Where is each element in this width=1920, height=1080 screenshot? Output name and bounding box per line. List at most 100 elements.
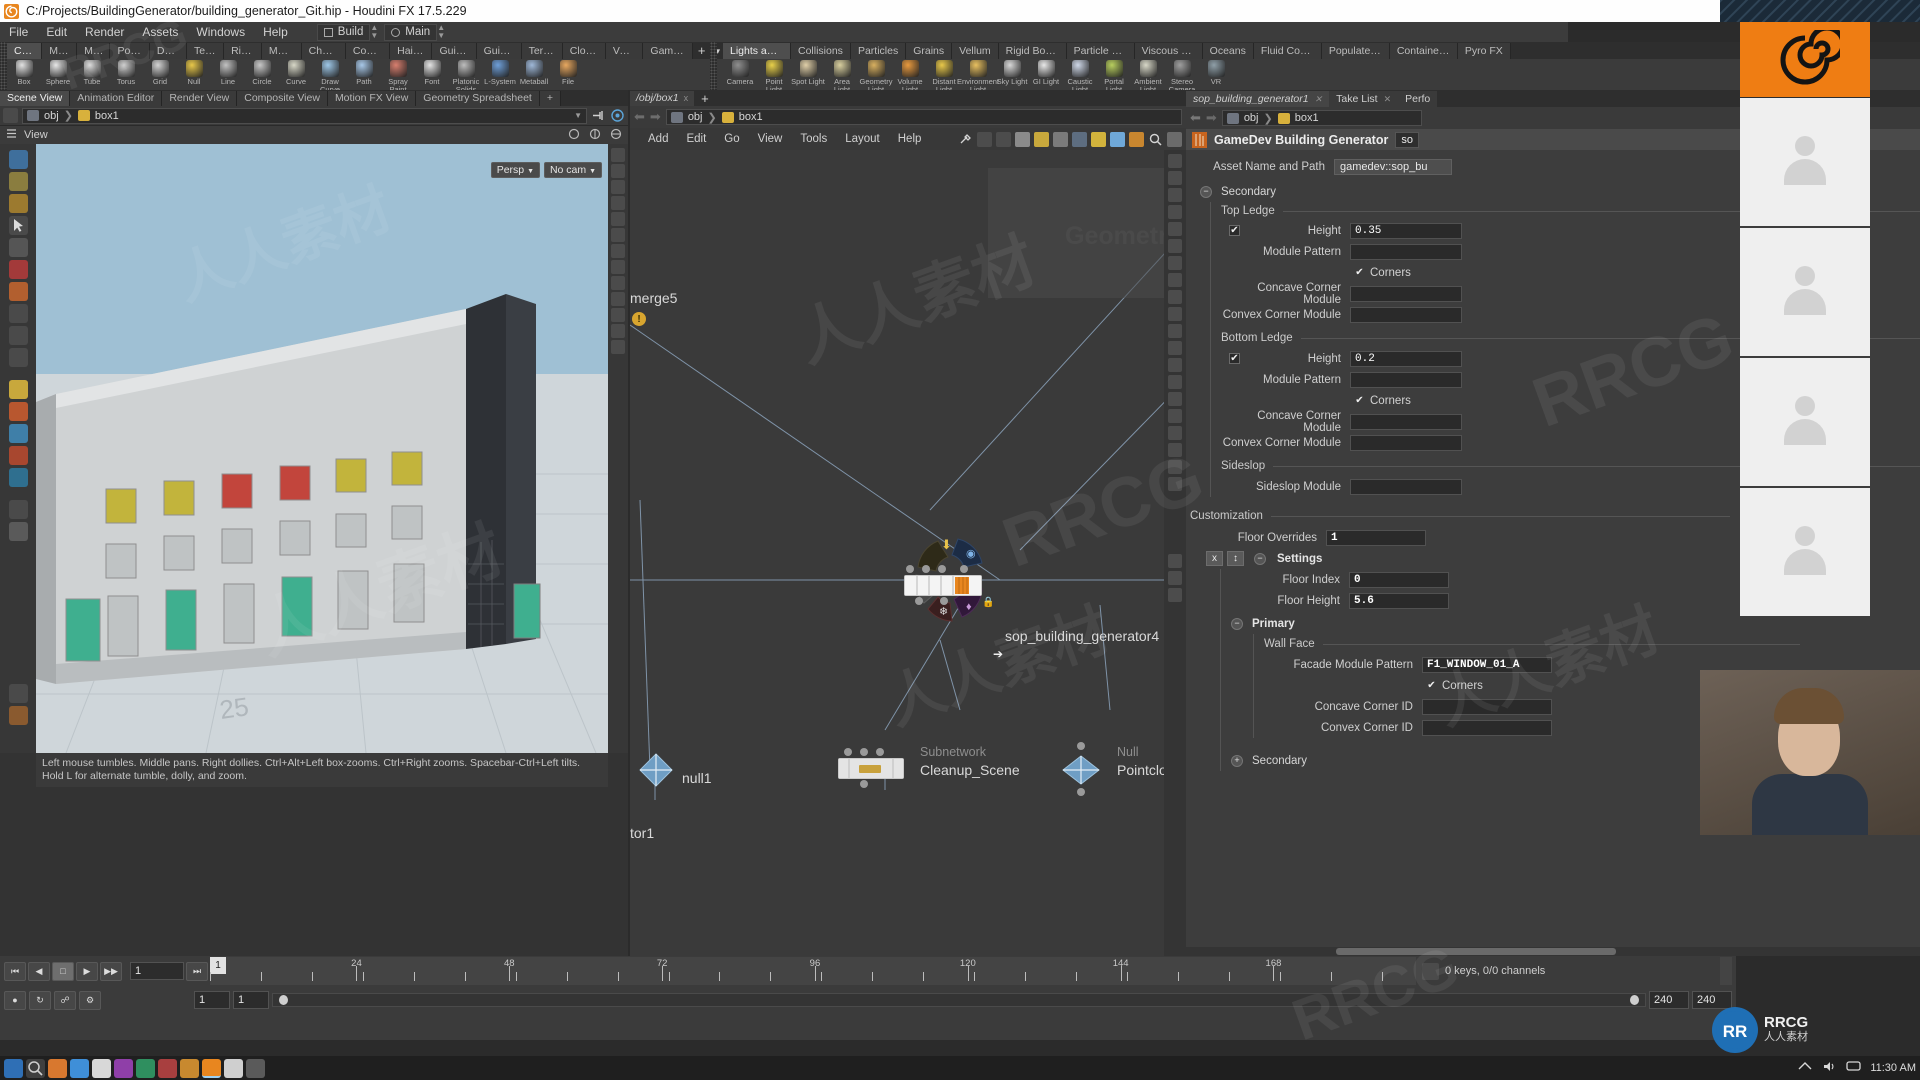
key-scope-button[interactable]: ↻ bbox=[29, 991, 51, 1010]
shelf-left-tab-16[interactable]: Game De... bbox=[643, 43, 692, 59]
shelf-left-item-3[interactable]: Torus bbox=[109, 59, 143, 86]
shelf-left-item-4[interactable]: Grid bbox=[143, 59, 177, 86]
stop-button[interactable]: □ bbox=[52, 962, 74, 981]
field-convex-corner-id[interactable] bbox=[1422, 720, 1552, 736]
field-floor-height[interactable]: 5.6 bbox=[1349, 593, 1449, 609]
pivot-icon[interactable] bbox=[9, 380, 28, 399]
field-top-ledge-module-pattern[interactable] bbox=[1350, 244, 1462, 260]
net-side-icon-10[interactable] bbox=[1168, 307, 1182, 321]
shelf-right-tab-4[interactable]: Vellum bbox=[952, 43, 999, 59]
magnet-icon[interactable] bbox=[9, 260, 28, 279]
shelf-tabs-left[interactable]: CreateModifyModelPolygonDeformTextureRig… bbox=[7, 42, 725, 59]
shelf-right-tab-0[interactable]: Lights and C... bbox=[723, 43, 791, 59]
shelf-left-tab-3[interactable]: Polygon bbox=[110, 43, 149, 59]
display-lights-icon[interactable] bbox=[611, 260, 625, 274]
viewport-toolbar[interactable] bbox=[0, 144, 36, 753]
field-facade-module-pattern[interactable]: F1_WINDOW_01_A bbox=[1422, 657, 1552, 673]
shelf-left-item-0[interactable]: Box bbox=[7, 59, 41, 86]
checkbox-primary-corners-group[interactable]: ✔ Corners bbox=[1426, 680, 1483, 692]
net-side-icon-21[interactable] bbox=[1168, 554, 1182, 568]
display-xray-icon[interactable] bbox=[611, 228, 625, 242]
net-side-icon-7[interactable] bbox=[1168, 256, 1182, 270]
net-side-icon-5[interactable] bbox=[1168, 222, 1182, 236]
shelf-left-tab-14[interactable]: Cloud FX bbox=[563, 43, 606, 59]
network-menu-help[interactable]: Help bbox=[890, 128, 930, 150]
arrow-select-icon[interactable] bbox=[9, 216, 28, 235]
shelf-left-tab-2[interactable]: Model bbox=[77, 43, 110, 59]
node-output-dot-1[interactable] bbox=[915, 597, 923, 605]
field-top-ledge-convex[interactable] bbox=[1350, 307, 1462, 323]
video-thumb-3[interactable] bbox=[1740, 358, 1870, 486]
shelf-right-item-2[interactable]: Spot Light bbox=[791, 59, 825, 86]
net-side-icon-9[interactable] bbox=[1168, 290, 1182, 304]
network-image-icon[interactable] bbox=[1110, 132, 1125, 147]
network-grid-icon[interactable] bbox=[1015, 132, 1030, 147]
range-handle-left[interactable] bbox=[279, 995, 288, 1005]
display-uv-icon[interactable] bbox=[611, 196, 625, 210]
shelf-left-tab-8[interactable]: Charact... bbox=[302, 43, 346, 59]
node-input-dot-1[interactable] bbox=[906, 565, 914, 573]
net-side-icon-13[interactable] bbox=[1168, 358, 1182, 372]
view-tool-icon[interactable] bbox=[9, 150, 28, 169]
shelf-right-item-11[interactable]: Portal Light bbox=[1097, 59, 1131, 94]
net-side-icon-8[interactable] bbox=[1168, 273, 1182, 287]
remove-setting-button[interactable]: x bbox=[1206, 551, 1223, 566]
display-points-icon[interactable] bbox=[611, 148, 625, 162]
menu-assets[interactable]: Assets bbox=[133, 22, 187, 42]
uv-tool-icon[interactable] bbox=[9, 500, 28, 519]
point-snap-icon[interactable] bbox=[9, 446, 28, 465]
shelf-left-tab-1[interactable]: Modify bbox=[42, 43, 77, 59]
checkbox-primary-corners[interactable]: ✔ bbox=[1426, 680, 1437, 691]
range-handle-right[interactable] bbox=[1630, 995, 1639, 1005]
collapse-primary-icon[interactable]: − bbox=[1231, 618, 1243, 630]
path-dropdown-icon[interactable]: ▼ bbox=[574, 111, 582, 120]
net-side-icon-3[interactable] bbox=[1168, 188, 1182, 202]
net-side-icon-6[interactable] bbox=[1168, 239, 1182, 253]
nav-forward-icon[interactable]: ➡ bbox=[650, 109, 661, 125]
rotate-tool-icon[interactable] bbox=[9, 326, 28, 345]
pane-add-tab-button[interactable]: + bbox=[540, 91, 561, 106]
pane-tab-scene-view[interactable]: Scene View bbox=[0, 91, 70, 106]
key-settings-button[interactable]: ⚙ bbox=[79, 991, 101, 1010]
network-menu-edit[interactable]: Edit bbox=[678, 128, 714, 150]
shelf-left-tab-12[interactable]: Guide B... bbox=[477, 43, 522, 59]
search-icon[interactable] bbox=[26, 1059, 45, 1078]
network-crumb-obj[interactable]: obj bbox=[688, 111, 703, 123]
material-icon[interactable] bbox=[9, 522, 28, 541]
start-icon[interactable] bbox=[4, 1059, 23, 1078]
field-concave-corner-id[interactable] bbox=[1422, 699, 1552, 715]
layout-selector[interactable]: Main bbox=[384, 24, 437, 41]
network-align-icon[interactable] bbox=[1072, 132, 1087, 147]
net-side-icon-2[interactable] bbox=[1168, 171, 1182, 185]
network-tab-close-icon[interactable]: x bbox=[684, 91, 689, 106]
shelf-left-item-10[interactable]: Path bbox=[347, 59, 381, 86]
jump-to-icon[interactable] bbox=[591, 108, 606, 123]
chat-icon[interactable] bbox=[1846, 1060, 1861, 1076]
app-icon-6[interactable] bbox=[136, 1059, 155, 1078]
pane-tab-render-view[interactable]: Render View bbox=[162, 91, 237, 106]
node-name-cleanup-scene[interactable]: Cleanup_Scene bbox=[920, 762, 1020, 778]
windows-taskbar[interactable]: 11:30 AM bbox=[0, 1056, 1920, 1080]
network-menu-go[interactable]: Go bbox=[716, 128, 747, 150]
shelf-left-item-6[interactable]: Line bbox=[211, 59, 245, 86]
display-shaded-icon[interactable] bbox=[611, 180, 625, 194]
shelf-left-tab-9[interactable]: Constra... bbox=[346, 43, 390, 59]
checkbox-bottom-ledge-corners[interactable]: ✔ bbox=[1354, 395, 1365, 406]
shelf-left-item-1[interactable]: Sphere bbox=[41, 59, 75, 86]
param-crumb-box[interactable]: box1 bbox=[1295, 112, 1319, 124]
network-zoom-icon[interactable] bbox=[1167, 132, 1182, 147]
subnet-input-dot-3[interactable] bbox=[876, 748, 884, 756]
param-crumb-obj[interactable]: obj bbox=[1244, 112, 1259, 124]
net-side-icon-14[interactable] bbox=[1168, 375, 1182, 389]
menu-file[interactable]: File bbox=[0, 22, 37, 42]
webcam-overlay[interactable] bbox=[1700, 670, 1920, 835]
field-bottom-ledge-module-pattern[interactable] bbox=[1350, 372, 1462, 388]
shelf-left-tab-4[interactable]: Deform bbox=[150, 43, 187, 59]
menu-windows[interactable]: Windows bbox=[187, 22, 254, 42]
subnet-output-dot[interactable] bbox=[860, 780, 868, 788]
display-visualizer-icon[interactable] bbox=[611, 340, 625, 354]
handle-tool-icon[interactable] bbox=[9, 194, 28, 213]
net-side-icon-15[interactable] bbox=[1168, 392, 1182, 406]
scene-crumb-box[interactable]: box1 bbox=[95, 110, 119, 122]
subnet-input-dot-1[interactable] bbox=[844, 748, 852, 756]
